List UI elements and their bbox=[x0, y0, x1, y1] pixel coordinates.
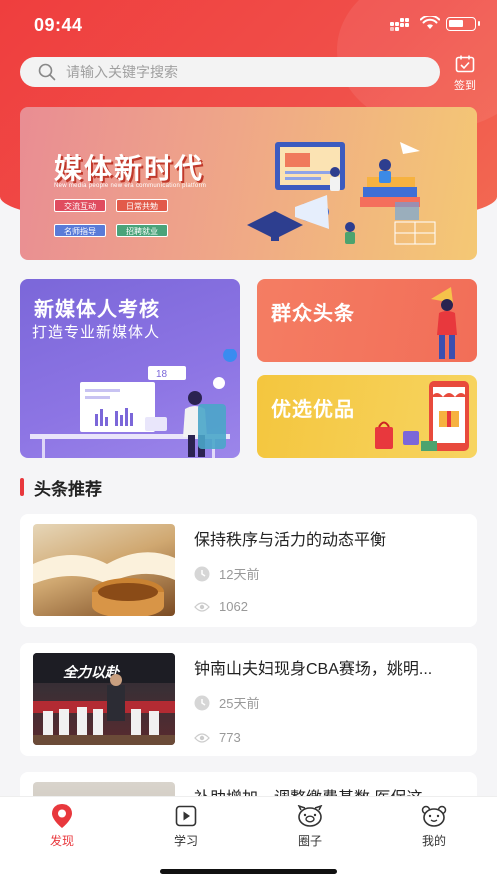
exam-card-subtitle: 打造专业新媒体人 bbox=[32, 324, 161, 341]
tab-discover-label: 发现 bbox=[49, 834, 74, 848]
search-bar[interactable] bbox=[20, 57, 440, 87]
checkin-label: 签到 bbox=[454, 80, 476, 92]
cellular-signal-icon bbox=[390, 18, 410, 31]
bear-face-icon bbox=[421, 805, 447, 827]
tab-study-label: 学习 bbox=[173, 834, 198, 848]
banner-tag: 招聘就业 bbox=[116, 224, 168, 237]
eye-icon bbox=[194, 732, 210, 743]
pig-face-icon bbox=[297, 805, 323, 827]
tab-mine-label: 我的 bbox=[421, 834, 446, 848]
exam-card[interactable]: 新媒体人考核 打造专业新媒体人 18 bbox=[20, 279, 240, 458]
clock-icon bbox=[194, 566, 210, 581]
discover-icon bbox=[52, 804, 72, 828]
news-thumbnail: 全力以赴 bbox=[33, 653, 175, 745]
section-accent-bar bbox=[20, 478, 24, 496]
news-views: 1062 bbox=[194, 599, 248, 614]
news-item[interactable]: 全力以赴 钟南山夫妇现身CBA赛场，姚明... 25天前 773 bbox=[20, 643, 477, 756]
tab-mine[interactable]: 我的 bbox=[404, 803, 464, 849]
news-card-title: 群众头条 bbox=[271, 303, 355, 325]
status-bar: 09:44 bbox=[0, 0, 497, 48]
office-desk-illustration: 18 bbox=[30, 349, 238, 458]
promo-banner[interactable]: 媒体新时代 New media people new era communica… bbox=[20, 107, 477, 260]
banner-tags: 交流互动 日常共勉名师指导 招聘就业 bbox=[54, 196, 184, 246]
news-time: 25天前 bbox=[194, 693, 259, 712]
news-title: 保持秩序与活力的动态平衡 bbox=[194, 532, 387, 549]
section-header: 头条推荐 bbox=[20, 477, 102, 499]
search-input[interactable] bbox=[66, 64, 396, 80]
news-thumbnail bbox=[33, 524, 175, 616]
shopping-illustration bbox=[375, 381, 469, 451]
tab-study[interactable]: 学习 bbox=[156, 803, 216, 849]
checkin-button[interactable]: 签到 bbox=[450, 55, 480, 93]
megaphone-person-illustration bbox=[431, 287, 457, 359]
banner-subtitle: New media people new era communication p… bbox=[54, 183, 207, 189]
goods-card[interactable]: 优选优品 bbox=[257, 375, 477, 458]
news-time-text: 12天前 bbox=[219, 567, 260, 582]
news-views-count: 773 bbox=[219, 730, 241, 745]
status-time: 09:44 bbox=[34, 15, 83, 35]
banner-tag: 交流互动 bbox=[54, 199, 106, 212]
wifi-icon bbox=[420, 16, 440, 29]
clock-icon bbox=[194, 695, 210, 710]
news-time: 12天前 bbox=[194, 564, 259, 583]
banner-illustration bbox=[247, 142, 436, 245]
search-icon bbox=[38, 63, 56, 81]
exam-badge-number: 18 bbox=[156, 369, 168, 380]
battery-icon bbox=[446, 17, 480, 31]
tab-circle[interactable]: 圈子 bbox=[280, 803, 340, 849]
banner-tag: 日常共勉 bbox=[116, 199, 168, 212]
news-time-text: 25天前 bbox=[219, 696, 260, 711]
news-views-count: 1062 bbox=[219, 599, 248, 614]
banner-title: 媒体新时代 bbox=[54, 153, 205, 184]
section-title: 头条推荐 bbox=[34, 479, 102, 499]
exam-card-title: 新媒体人考核 bbox=[34, 299, 160, 321]
tab-discover[interactable]: 发现 bbox=[32, 803, 92, 849]
news-card[interactable]: 群众头条 bbox=[257, 279, 477, 362]
tab-circle-label: 圈子 bbox=[297, 834, 322, 848]
eye-icon bbox=[194, 601, 210, 612]
news-views: 773 bbox=[194, 730, 241, 745]
calendar-check-icon bbox=[455, 55, 475, 73]
goods-card-title: 优选优品 bbox=[271, 399, 355, 421]
home-indicator[interactable] bbox=[160, 869, 337, 874]
banner-tag: 名师指导 bbox=[54, 224, 106, 237]
news-item[interactable]: 保持秩序与活力的动态平衡 12天前 1062 bbox=[20, 514, 477, 627]
video-play-icon bbox=[175, 805, 197, 827]
news-title: 钟南山夫妇现身CBA赛场，姚明... bbox=[194, 661, 433, 678]
